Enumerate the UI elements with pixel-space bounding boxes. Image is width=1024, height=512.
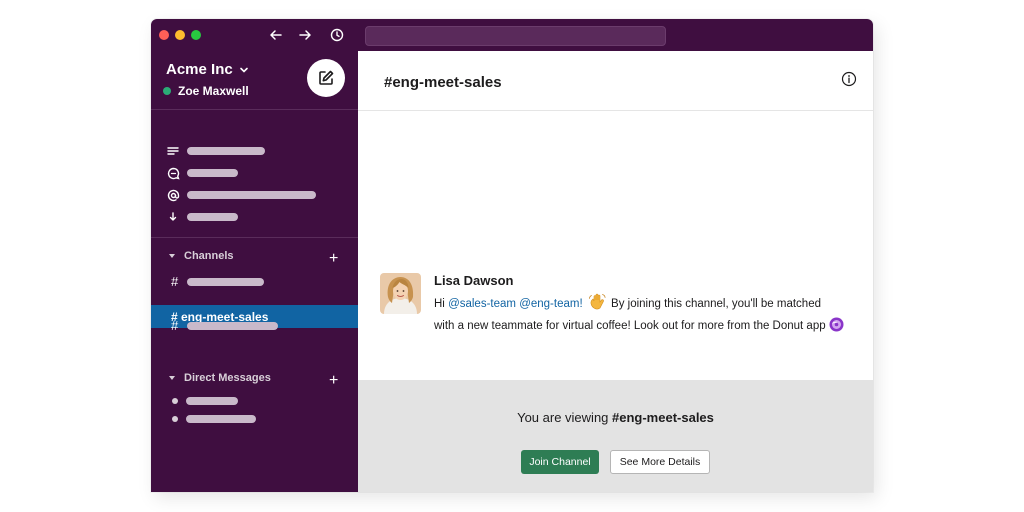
direct-messages-label: Direct Messages [184,372,271,384]
avatar[interactable] [380,273,421,314]
message-greeting: Hi [434,298,449,310]
back-button[interactable] [265,24,287,46]
compose-button[interactable] [307,59,345,97]
add-dm-button[interactable]: + [329,373,338,389]
history-button[interactable] [326,24,348,46]
mention-sales-team[interactable]: @sales-team [448,298,516,310]
current-user[interactable]: Zoe Maxwell [163,84,249,98]
dm-item-placeholder[interactable] [186,397,238,405]
donut-app-icon[interactable] [829,317,844,339]
threads-icon [166,144,180,158]
channel-item-placeholder[interactable] [187,322,278,330]
caret-down-icon [169,376,175,380]
viewing-prefix: You are viewing [517,410,613,425]
clock-icon [330,28,344,42]
see-more-details-button[interactable]: See More Details [610,450,710,474]
viewing-channel: #eng-meet-sales [612,410,714,425]
forward-button[interactable] [294,24,316,46]
caret-down-icon [169,254,175,258]
hash-icon: # [171,274,179,289]
message-author[interactable]: Lisa Dawson [434,273,513,288]
arrow-right-icon [299,30,311,40]
sidebar-item-threads[interactable] [166,144,180,158]
mention-eng-team[interactable]: @eng-team! [519,298,582,310]
compose-icon [319,70,334,85]
more-icon [166,210,180,224]
sidebar-item-placeholder [187,147,265,155]
mentions-icon [166,188,180,202]
title-bar [151,19,873,51]
channel-title[interactable]: #eng-meet-sales [384,74,502,91]
sidebar-item-placeholder [187,213,238,221]
minimize-window-button[interactable] [175,30,185,40]
channel-header: #eng-meet-sales [358,51,873,111]
maximize-window-button[interactable] [191,30,201,40]
workspace-switcher[interactable]: Acme Inc [166,61,249,78]
user-name: Zoe Maxwell [178,84,249,98]
close-window-button[interactable] [159,30,169,40]
sidebar-item-mentions[interactable] [166,188,180,202]
dm-item-placeholder[interactable] [186,415,256,423]
dm-presence-dot [172,416,178,422]
sidebar: Acme Inc Zoe Maxwell Channels + # # eng-… [151,51,358,492]
workspace-name: Acme Inc [166,61,233,78]
hash-icon: # [171,318,179,333]
wave-emoji-icon [588,293,606,317]
sidebar-divider [151,237,358,238]
add-channel-button[interactable]: + [329,251,338,267]
channels-label: Channels [184,250,234,262]
sidebar-item-more[interactable] [166,210,180,224]
search-bar[interactable] [365,26,666,46]
dms-section-toggle[interactable]: Direct Messages [168,372,271,384]
dm-bubble-icon [166,166,180,180]
channel-preview-footer: You are viewing #eng-meet-sales Join Cha… [358,380,873,492]
presence-dot [163,87,171,95]
app-window: Acme Inc Zoe Maxwell Channels + # # eng-… [151,19,873,492]
channel-pane: #eng-meet-sales Lisa Dawson Hi @sales-te… [358,51,873,492]
sidebar-item-placeholder [187,191,316,199]
message-body: Hi @sales-team @eng-team! By joining thi… [434,293,844,339]
sidebar-divider [151,109,358,110]
sidebar-item-placeholder [187,169,238,177]
chevron-down-icon [239,67,248,73]
channel-item-placeholder[interactable] [187,278,264,286]
dm-presence-dot [172,398,178,404]
arrow-left-icon [270,30,282,40]
info-icon[interactable] [841,71,857,87]
sidebar-item-dms[interactable] [166,166,180,180]
channels-section-toggle[interactable]: Channels [168,250,234,262]
join-channel-button[interactable]: Join Channel [521,450,599,474]
viewing-notice: You are viewing #eng-meet-sales [358,410,873,425]
